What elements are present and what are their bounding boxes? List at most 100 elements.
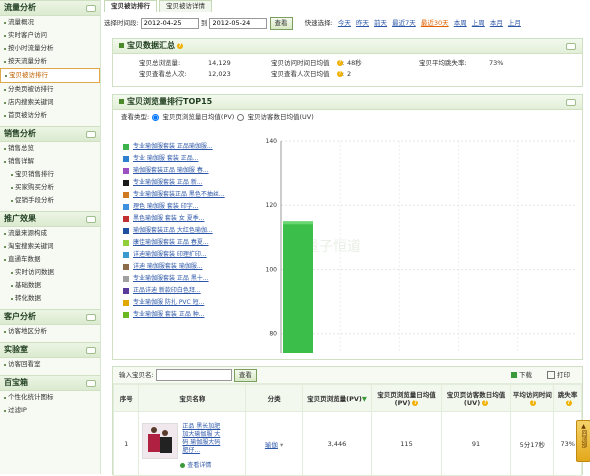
legend-item[interactable]: 理色 瑜伽服 套装 印字...	[123, 201, 263, 213]
quick-this-month[interactable]: 本月	[490, 19, 503, 27]
sidebar-item-custom-chart[interactable]: 个性化统计图标	[0, 391, 100, 404]
download-label: 下载	[519, 371, 532, 379]
sidebar-item-promotion-analysis[interactable]: 促销手段分析	[0, 194, 100, 207]
quick-today[interactable]: 今天	[338, 19, 351, 27]
sidebar-item-filter-ip[interactable]: 过滤IP	[0, 404, 100, 417]
legend-item[interactable]: 专业瑜伽服套装 正品 黑十...	[123, 273, 263, 285]
radio-uv[interactable]	[237, 113, 245, 121]
sidebar-item-taobao-keywords[interactable]: 淘宝搜索关键词	[0, 240, 100, 253]
chart-legend: 专业瑜伽服套装 正品瑜伽服... 专业 瑜伽服 套装 正品... 瑜伽服套装正品 瑜…	[123, 141, 263, 321]
sidebar-section-customer[interactable]: 客户分析	[0, 309, 100, 325]
sidebar-item-region[interactable]: 访客地区分析	[0, 325, 100, 338]
quick-this-week[interactable]: 本周	[454, 19, 467, 27]
sidebar-item-realtime-access[interactable]: 实时访问数据	[0, 266, 100, 279]
quick-last-7-days[interactable]: 最近7天	[392, 19, 416, 27]
collapse-icon[interactable]	[86, 131, 96, 138]
product-name-link[interactable]: 正品 黑长加肥 加大瑜伽服 大 码 瑜伽服大码 肥仔...	[182, 423, 220, 455]
legend-item[interactable]: 专业瑜伽服 套装 正品 种...	[123, 309, 263, 321]
legend-item[interactable]: 专业瑜伽服套装 正品 新...	[123, 177, 263, 189]
sidebar-section-promotion[interactable]: 推广效果	[0, 211, 100, 227]
sidebar-section-traffic[interactable]: 流量分析	[0, 0, 100, 16]
tab-item-rank[interactable]: 宝贝被访排行	[104, 0, 157, 12]
legend-label: 专业瑜伽服套装 正品 黑十...	[133, 275, 209, 282]
sidebar-section-sales[interactable]: 销售分析	[0, 126, 100, 142]
help-icon[interactable]: ?	[530, 400, 537, 406]
sidebar-section-toolbox[interactable]: 百宝箱	[0, 375, 100, 391]
section-title: 实验室	[4, 345, 28, 354]
legend-item[interactable]: 黑色瑜伽服 套装 女 夏季...	[123, 213, 263, 225]
quick-day-before[interactable]: 前天	[374, 19, 387, 27]
collapse-icon[interactable]	[86, 5, 96, 12]
item-name-input[interactable]	[155, 369, 232, 381]
legend-item[interactable]: 瑜伽服套装正品 大红色瑜伽...	[123, 225, 263, 237]
sidebar-item-homepage[interactable]: 首页被访分析	[0, 109, 100, 122]
start-date-input[interactable]	[140, 17, 199, 29]
download-button[interactable]: 下载	[511, 367, 532, 383]
quick-last-month[interactable]: 上月	[508, 19, 521, 27]
sidebar-item-store-search[interactable]: 店内搜索关键词	[0, 96, 100, 109]
legend-item[interactable]: 专业瑜伽服 防扎 PVC 短...	[123, 297, 263, 309]
section-title: 百宝箱	[4, 378, 28, 387]
col-pv[interactable]: 宝贝页浏览量(PV)▼	[301, 384, 373, 412]
help-icon[interactable]: ?	[565, 400, 572, 406]
sidebar-item-ztc-data[interactable]: 直通车数据	[0, 253, 100, 266]
sidebar-item-sales-rank[interactable]: 宝贝销售排行	[0, 168, 100, 181]
help-icon[interactable]: ?	[482, 400, 489, 406]
radio-pv[interactable]	[152, 113, 160, 121]
view-detail-link[interactable]: 查看详情	[180, 460, 244, 469]
help-icon[interactable]: ?	[177, 42, 183, 49]
sidebar-item-conversion-data[interactable]: 转化数据	[0, 292, 100, 305]
legend-item[interactable]: 康佳瑜伽服套装 正品 春夏...	[123, 237, 263, 249]
legend-item[interactable]: 详迪瑜伽服套装 印理扩印...	[123, 249, 263, 261]
legend-item[interactable]: 瑜伽服套装正品 瑜伽服 春...	[123, 165, 263, 177]
tab-item-detail[interactable]: 宝贝被访详情	[159, 0, 212, 12]
collapse-icon[interactable]	[86, 347, 96, 354]
sidebar-item-hourly-traffic[interactable]: 按小时流量分析	[0, 42, 100, 55]
product-thumbnail[interactable]	[142, 422, 179, 459]
bullet-icon	[119, 99, 124, 104]
quick-last-30-days[interactable]: 最近30天	[421, 19, 449, 27]
row-category[interactable]: 瑜伽 ▾	[245, 411, 303, 476]
col-uv-avg[interactable]: 宝贝页访客数日均值(UV)?	[440, 384, 512, 412]
help-icon[interactable]: ?	[412, 400, 419, 406]
query-button[interactable]: 查看	[269, 16, 293, 30]
sidebar-item-realtime-visitors[interactable]: 实时客户访问	[0, 29, 100, 42]
legend-item[interactable]: 正品详迪 新款印白色拜...	[123, 285, 263, 297]
legend-item[interactable]: 专业瑜伽服套装正品 黑色不抽丝...	[123, 189, 263, 201]
sidebar-item-category-rank[interactable]: 分类页被访排行	[0, 83, 100, 96]
sidebar-item-traffic-overview[interactable]: 流量概况	[0, 16, 100, 29]
sidebar-item-buyer-analysis[interactable]: 买家购买分析	[0, 181, 100, 194]
quick-yesterday[interactable]: 昨天	[356, 19, 369, 27]
legend-swatch	[123, 191, 129, 198]
search-button[interactable]: 查看	[233, 368, 257, 382]
end-date-input[interactable]	[209, 17, 268, 29]
sidebar-item-sales-overview[interactable]: 销售总览	[0, 142, 100, 155]
sidebar-item-daily-traffic[interactable]: 按天流量分析	[0, 55, 100, 68]
sort-icon[interactable]: ▼	[362, 395, 367, 403]
collapse-icon[interactable]	[566, 43, 576, 50]
sidebar-item-visitor-review[interactable]: 访客回看室	[0, 358, 100, 371]
col-avg-time[interactable]: 平均访问时间?	[510, 384, 555, 412]
total-visits-value: 12,023	[208, 70, 231, 78]
sidebar-item-sales-detail[interactable]: 销售详解	[0, 155, 100, 168]
legend-item[interactable]: 详迪 瑜伽服套装 瑜伽服...	[123, 261, 263, 273]
sidebar-item-basic-data[interactable]: 基础数据	[0, 279, 100, 292]
col-bounce[interactable]: 跳失率?	[553, 384, 582, 412]
legend-item[interactable]: 专业 瑜伽服 套装 正品...	[123, 153, 263, 165]
avg-visits-label: 宝贝查看人次日均值	[271, 70, 330, 78]
sidebar-section-lab[interactable]: 实验室	[0, 342, 100, 358]
sidebar-item-item-rank[interactable]: 宝贝被访排行	[0, 68, 100, 83]
dropdown-icon[interactable]: ▾	[280, 441, 283, 449]
collapse-icon[interactable]	[86, 314, 96, 321]
quick-last-week[interactable]: 上周	[472, 19, 485, 27]
legend-label: 详迪 瑜伽服套装 瑜伽服...	[133, 263, 203, 270]
print-button[interactable]: 打印	[547, 367, 570, 383]
legend-item[interactable]: 专业瑜伽服套装 正品瑜伽服...	[123, 141, 263, 153]
collapse-icon[interactable]	[86, 380, 96, 387]
collapse-icon[interactable]	[566, 99, 576, 106]
col-pv-avg[interactable]: 宝贝页浏览量日均值(PV)?	[371, 384, 442, 412]
sidebar-item-traffic-source[interactable]: 流量来源构成	[0, 227, 100, 240]
collapse-icon[interactable]	[86, 216, 96, 223]
back-to-top-button[interactable]: ▲ 回顶部	[576, 420, 590, 462]
legend-swatch	[123, 227, 129, 234]
